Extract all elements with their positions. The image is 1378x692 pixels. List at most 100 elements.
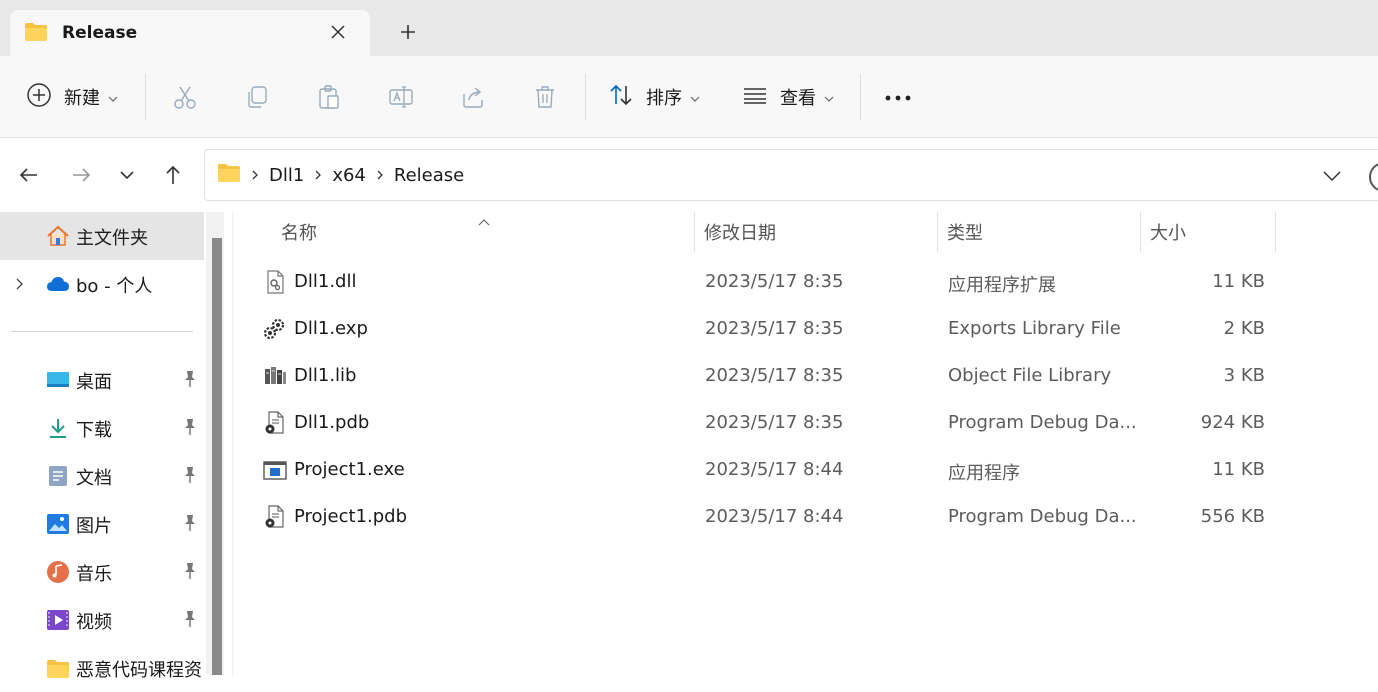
sidebar-item-home[interactable]: 主文件夹 (0, 212, 204, 260)
delete-icon[interactable] (532, 84, 558, 110)
navigation-row: Dll1 x64 Release (0, 138, 1378, 212)
paste-icon[interactable] (316, 84, 342, 110)
back-arrow-icon[interactable] (16, 162, 42, 188)
more-options-icon[interactable] (884, 90, 914, 104)
chevron-right-icon[interactable] (376, 165, 384, 186)
pin-icon[interactable] (182, 370, 198, 392)
sidebar-item-music[interactable]: 音乐 (0, 548, 204, 596)
up-arrow-icon[interactable] (160, 162, 186, 188)
tab-title: Release (62, 23, 138, 43)
pin-icon[interactable] (182, 418, 198, 440)
sidebar-item-videos[interactable]: 视频 (0, 596, 204, 644)
file-size: 924 KB (1200, 412, 1265, 433)
file-row[interactable]: Dll1.lib 2023/5/17 8:35 Object File Libr… (233, 353, 1378, 400)
view-lines-icon (742, 82, 768, 112)
exe-file-icon (263, 458, 287, 482)
breadcrumb-item[interactable]: Release (394, 165, 464, 186)
new-tab-button[interactable] (396, 20, 420, 44)
file-row[interactable]: Dll1.pdb 2023/5/17 8:35 Program Debug Da… (233, 400, 1378, 447)
toolbar-divider (860, 74, 861, 120)
folder-icon (217, 163, 241, 188)
sidebar-item-pictures[interactable]: 图片 (0, 500, 204, 548)
column-header-size[interactable]: 大小 (1150, 212, 1275, 252)
file-row[interactable]: Dll1.exp 2023/5/17 8:35 Exports Library … (233, 306, 1378, 353)
file-row[interactable]: Project1.pdb 2023/5/17 8:44 Program Debu… (233, 494, 1378, 541)
pin-icon[interactable] (182, 466, 198, 488)
column-divider[interactable] (694, 212, 695, 252)
videos-icon (46, 608, 70, 632)
exp-file-icon (263, 317, 287, 341)
chevron-right-icon[interactable] (251, 165, 259, 186)
file-name: Dll1.lib (294, 365, 357, 386)
file-modified: 2023/5/17 8:35 (705, 271, 844, 292)
breadcrumb-item[interactable]: x64 (332, 165, 366, 186)
toolbar-divider (145, 74, 146, 120)
folder-icon (46, 656, 70, 680)
pin-icon[interactable] (182, 610, 198, 632)
file-modified: 2023/5/17 8:35 (705, 318, 844, 339)
sidebar-scrollbar-thumb[interactable] (212, 238, 222, 675)
sidebar-item-course-folder[interactable]: 恶意代码课程资 (0, 644, 204, 692)
file-row[interactable]: Project1.exe 2023/5/17 8:44 应用程序 11 KB (233, 447, 1378, 494)
pin-icon[interactable] (182, 514, 198, 536)
sidebar-item-label: bo - 个人 (76, 276, 153, 297)
command-bar: 新建 排序 查看 (0, 56, 1378, 138)
file-name: Dll1.pdb (294, 412, 370, 433)
chevron-down-icon (824, 88, 834, 107)
file-size: 3 KB (1223, 365, 1265, 386)
column-divider[interactable] (1140, 212, 1141, 252)
recent-locations-chevron-icon[interactable] (114, 162, 140, 188)
file-modified: 2023/5/17 8:35 (705, 412, 844, 433)
forward-arrow-icon[interactable] (68, 162, 94, 188)
file-row[interactable]: Dll1.dll 2023/5/17 8:35 应用程序扩展 11 KB (233, 259, 1378, 306)
file-type: Program Debug Da... (948, 412, 1137, 433)
home-icon (46, 224, 70, 248)
sidebar-item-downloads[interactable]: 下载 (0, 404, 204, 452)
file-type: Object File Library (948, 365, 1112, 386)
file-modified: 2023/5/17 8:44 (705, 459, 844, 480)
column-divider[interactable] (937, 212, 938, 252)
copy-icon[interactable] (244, 84, 270, 110)
share-icon[interactable] (460, 84, 486, 110)
sidebar-item-documents[interactable]: 文档 (0, 452, 204, 500)
sidebar-item-label: 文档 (76, 468, 112, 489)
column-header-modified[interactable]: 修改日期 (704, 212, 937, 252)
rename-icon[interactable] (388, 84, 414, 110)
sidebar-item-label: 桌面 (76, 372, 112, 393)
file-name: Dll1.exp (294, 318, 368, 339)
sidebar-item-desktop[interactable]: 桌面 (0, 356, 204, 404)
file-size: 11 KB (1212, 271, 1265, 292)
cut-icon[interactable] (172, 84, 198, 110)
address-bar[interactable]: Dll1 x64 Release (204, 149, 1378, 201)
download-icon (46, 416, 70, 440)
sort-arrows-icon (608, 82, 634, 112)
close-tab-icon[interactable] (328, 22, 348, 42)
column-header-name[interactable]: 名称 (281, 212, 694, 252)
toolbar-divider (585, 74, 586, 120)
sort-button-label: 排序 (646, 88, 682, 109)
file-size: 11 KB (1212, 459, 1265, 480)
address-history-chevron-icon[interactable] (1321, 163, 1343, 191)
chevron-down-icon (108, 88, 118, 107)
refresh-icon[interactable] (1369, 162, 1378, 192)
chevron-right-icon[interactable] (14, 276, 24, 295)
sidebar-item-label: 主文件夹 (76, 228, 148, 249)
column-divider[interactable] (1275, 212, 1276, 252)
breadcrumb-item[interactable]: Dll1 (269, 165, 304, 186)
documents-icon (46, 464, 70, 488)
pin-icon[interactable] (182, 562, 198, 584)
sidebar-item-label: 音乐 (76, 564, 112, 585)
sort-button[interactable]: 排序 (608, 84, 700, 110)
pdb-file-icon (263, 505, 287, 529)
file-size: 556 KB (1200, 506, 1265, 527)
file-name: Project1.exe (294, 459, 405, 480)
sidebar-item-onedrive[interactable]: bo - 个人 (0, 260, 204, 308)
new-button[interactable]: 新建 (26, 83, 118, 110)
view-button[interactable]: 查看 (742, 84, 834, 110)
column-header-type[interactable]: 类型 (947, 212, 1140, 252)
file-size: 2 KB (1223, 318, 1265, 339)
sidebar-item-label: 下载 (76, 420, 112, 441)
tab-release[interactable]: Release (10, 10, 370, 56)
chevron-right-icon[interactable] (314, 165, 322, 186)
desktop-icon (46, 368, 70, 392)
